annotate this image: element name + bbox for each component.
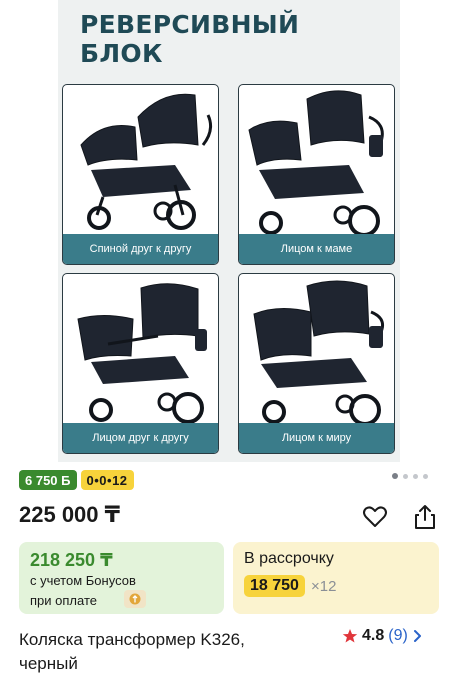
payment-icon: [129, 593, 141, 605]
bonus-price: 218 250 ₸: [30, 550, 113, 570]
stroller-card-face-to-face: Лицом друг к другу: [62, 273, 219, 454]
badge-row: 6 750 Б 0•0•12: [19, 470, 134, 490]
installment-title: В рассрочку: [244, 550, 334, 567]
product-title: Коляска трансформер K326, черный: [19, 630, 245, 673]
product-image-gallery[interactable]: РЕВЕРСИВНЫЙ БЛОК Спиной друг к другу Лиц…: [58, 0, 400, 462]
stroller-image: [253, 280, 385, 425]
stroller-image: [248, 90, 384, 236]
reviews-count[interactable]: (9): [388, 627, 408, 645]
chevron-right-icon[interactable]: [412, 629, 424, 643]
pager-dot[interactable]: [392, 473, 398, 479]
headline-line-2: БЛОК: [80, 39, 163, 68]
installment-box[interactable]: В рассрочку 18 750 ×12: [233, 542, 439, 614]
card-caption: Спиной друг к другу: [63, 234, 218, 264]
bonus-badge: 6 750 Б: [19, 470, 77, 490]
stroller-card-facing-parent: Лицом к маме: [238, 84, 395, 265]
stroller-card-back-to-back: Спиной друг к другу: [62, 84, 219, 265]
share-icon[interactable]: [411, 503, 439, 531]
bonus-price-box[interactable]: 218 250 ₸ с учетом Бонусов при оплате: [19, 542, 224, 614]
headline-line-1: РЕВЕРСИВНЫЙ: [80, 10, 300, 39]
heart-icon[interactable]: [361, 503, 389, 531]
payment-note: при оплате: [30, 593, 97, 608]
installment-badge: 0•0•12: [80, 470, 134, 490]
card-caption: Лицом к маме: [239, 234, 394, 264]
card-caption: Лицом друг к другу: [63, 423, 218, 453]
bonus-note: с учетом Бонусов: [30, 573, 136, 588]
stroller-image: [77, 283, 207, 424]
gallery-headline: РЕВЕРСИВНЫЙ БЛОК: [80, 10, 299, 68]
product-rating[interactable]: 4.8 (9): [342, 627, 424, 645]
gallery-pager[interactable]: [392, 473, 428, 479]
product-price: 225 000 ₸: [19, 502, 120, 527]
stroller-card-facing-world: Лицом к миру: [238, 273, 395, 454]
card-caption: Лицом к миру: [239, 423, 394, 453]
pager-dot[interactable]: [423, 473, 428, 479]
payment-method-chip: [124, 590, 146, 608]
rating-value: 4.8: [362, 627, 385, 644]
star-icon: [342, 629, 358, 643]
stroller-image: [80, 93, 213, 230]
installment-monthly: 18 750: [244, 575, 305, 597]
pager-dot[interactable]: [413, 473, 418, 479]
installment-months: ×12: [311, 578, 337, 595]
pager-dot[interactable]: [403, 473, 408, 479]
